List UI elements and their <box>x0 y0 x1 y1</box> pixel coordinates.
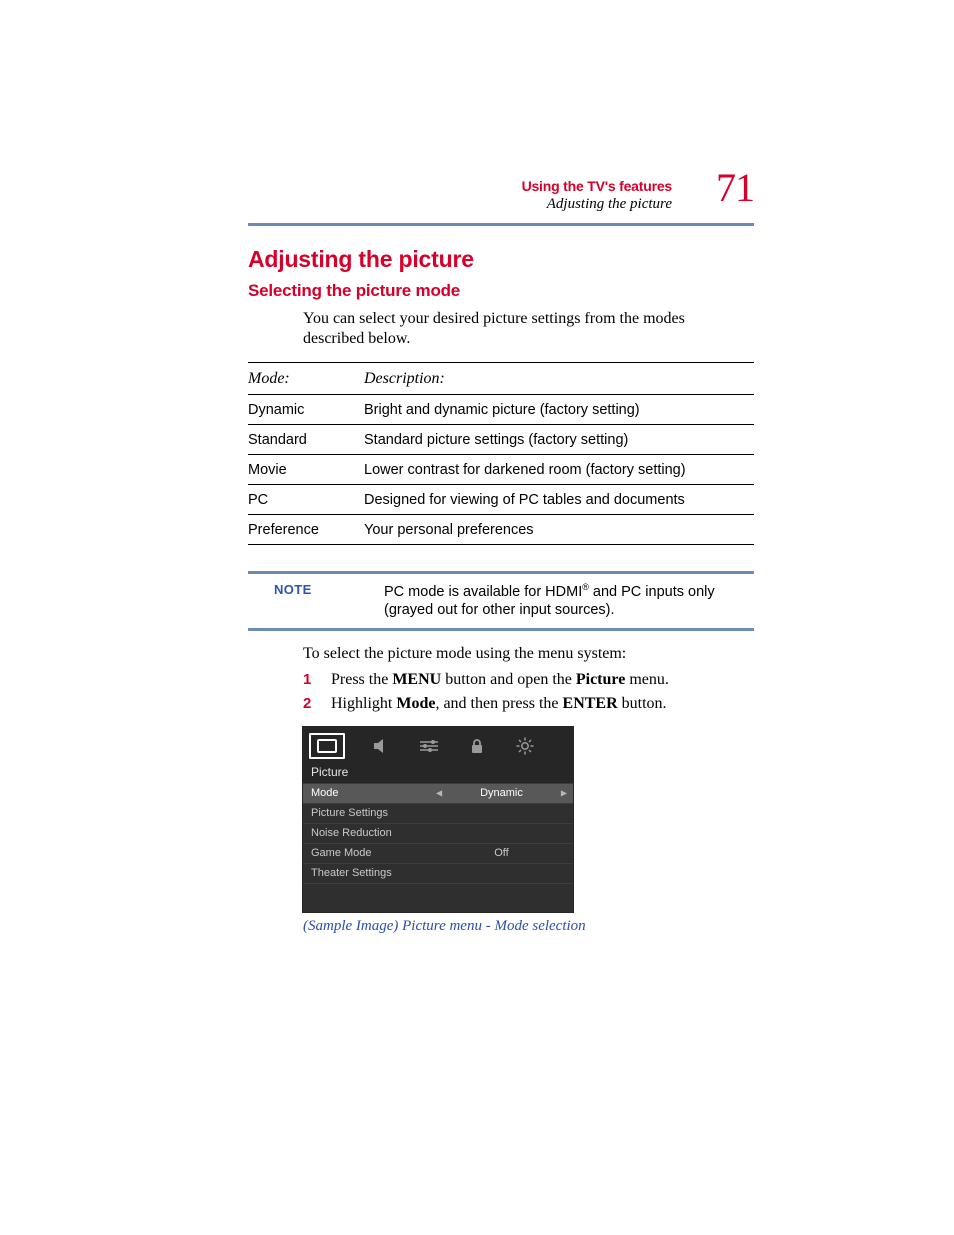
tv-menu-spacer <box>303 883 573 912</box>
tv-menu-section-label: Picture <box>303 761 573 783</box>
tv-row-value: Off <box>438 847 565 859</box>
header-subtitle: Adjusting the picture <box>522 196 672 213</box>
note-text-before: PC mode is available for HDMI <box>384 584 582 600</box>
description-cell: Your personal preferences <box>364 514 754 544</box>
step-fragment: Highlight <box>331 695 396 712</box>
note-body: PC mode is available for HDMI® and PC in… <box>384 582 754 620</box>
step-text: Highlight Mode, and then press the ENTER… <box>331 695 667 713</box>
image-caption: (Sample Image) Picture menu - Mode selec… <box>303 918 754 935</box>
page: Using the TV's features Adjusting the pi… <box>0 0 954 1235</box>
step-bold: Picture <box>576 671 625 688</box>
table-row: PC Designed for viewing of PC tables and… <box>248 484 754 514</box>
section-title: Adjusting the picture <box>248 246 754 273</box>
picture-mode-table: Mode: Description: Dynamic Bright and dy… <box>248 362 754 545</box>
tv-menu-row: Theater Settings <box>303 863 573 883</box>
header-rule <box>248 223 754 226</box>
table-header-description: Description: <box>364 362 754 394</box>
tv-row-label: Noise Reduction <box>311 827 438 839</box>
registered-icon: ® <box>582 582 589 592</box>
mode-cell: Preference <box>248 514 364 544</box>
steps-intro: To select the picture mode using the men… <box>303 645 754 663</box>
brightness-icon <box>513 736 537 756</box>
mode-cell: PC <box>248 484 364 514</box>
tv-row-label: Picture Settings <box>311 807 438 819</box>
tv-menu-tabs <box>303 727 573 761</box>
lock-icon <box>465 736 489 756</box>
arrow-right-icon: ▶ <box>561 789 567 798</box>
header-chapter: Using the TV's features <box>522 178 672 194</box>
tv-menu-row: Game Mode Off <box>303 843 573 863</box>
table-row: Standard Standard picture settings (fact… <box>248 424 754 454</box>
tv-row-value-text: Dynamic <box>480 787 523 799</box>
note-box: NOTE PC mode is available for HDMI® and … <box>248 571 754 631</box>
page-number: 71 <box>716 164 754 211</box>
description-cell: Lower contrast for darkened room (factor… <box>364 454 754 484</box>
table-row: Dynamic Bright and dynamic picture (fact… <box>248 394 754 424</box>
sound-tab-icon <box>369 736 393 756</box>
step-number: 1 <box>303 671 331 689</box>
mode-cell: Standard <box>248 424 364 454</box>
intro-paragraph: You can select your desired picture sett… <box>303 309 723 350</box>
step-bold: ENTER <box>563 695 618 712</box>
description-cell: Designed for viewing of PC tables and do… <box>364 484 754 514</box>
tv-menu-row: Picture Settings <box>303 803 573 823</box>
table-header-mode: Mode: <box>248 362 364 394</box>
subsection-title: Selecting the picture mode <box>248 281 754 301</box>
page-header: Using the TV's features Adjusting the pi… <box>248 170 754 226</box>
step-2: 2 Highlight Mode, and then press the ENT… <box>303 695 754 713</box>
tv-row-label: Theater Settings <box>311 867 438 879</box>
tv-menu-row: Noise Reduction <box>303 823 573 843</box>
mode-cell: Movie <box>248 454 364 484</box>
tv-row-label: Game Mode <box>311 847 438 859</box>
tv-row-label: Mode <box>311 787 438 799</box>
header-text-block: Using the TV's features Adjusting the pi… <box>522 178 672 213</box>
step-bold: MENU <box>392 671 441 688</box>
step-fragment: , and then press the <box>435 695 562 712</box>
tv-menu-row-mode: Mode ◀ Dynamic ▶ <box>303 783 573 803</box>
step-fragment: button. <box>618 695 667 712</box>
note-label: NOTE <box>248 582 384 620</box>
tv-menu-sample: Picture Mode ◀ Dynamic ▶ Picture Setting… <box>303 727 573 912</box>
step-fragment: button and open the <box>441 671 576 688</box>
step-bold: Mode <box>396 695 435 712</box>
table-row: Preference Your personal preferences <box>248 514 754 544</box>
step-fragment: Press the <box>331 671 392 688</box>
step-fragment: menu. <box>625 671 669 688</box>
step-1: 1 Press the MENU button and open the Pic… <box>303 671 754 689</box>
step-text: Press the MENU button and open the Pictu… <box>331 671 669 689</box>
mode-cell: Dynamic <box>248 394 364 424</box>
picture-tab-icon <box>309 733 345 759</box>
description-cell: Standard picture settings (factory setti… <box>364 424 754 454</box>
settings-sliders-icon <box>417 736 441 756</box>
table-row: Movie Lower contrast for darkened room (… <box>248 454 754 484</box>
tv-row-value: ◀ Dynamic ▶ <box>438 787 565 799</box>
description-cell: Bright and dynamic picture (factory sett… <box>364 394 754 424</box>
step-number: 2 <box>303 695 331 713</box>
arrow-left-icon: ◀ <box>436 789 442 798</box>
